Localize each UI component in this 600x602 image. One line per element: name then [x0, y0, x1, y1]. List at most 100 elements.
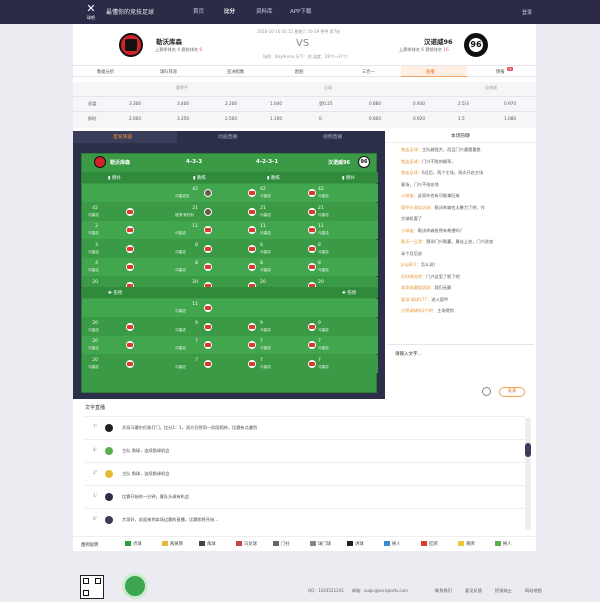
odds-group-header: 让球: [324, 85, 332, 90]
chat-username[interactable]: 点赞调球的2个吧：: [401, 308, 437, 313]
footer-link-jobs[interactable]: 招贤纳士: [495, 588, 512, 594]
home-coach-name[interactable]: 马塞诺: [175, 268, 186, 273]
home-sub-number: 20: [92, 339, 98, 344]
away-sub-name[interactable]: 马塞诺: [318, 194, 329, 199]
home-sub-name[interactable]: 马塞诺: [88, 231, 99, 236]
chat-username[interactable]: 铁血足球：: [401, 159, 422, 164]
text-live-scrollbar[interactable]: [525, 418, 531, 530]
tab-asian-odds[interactable]: 亚洲指数: [227, 69, 244, 75]
footer-link-contact[interactable]: 联系我们: [435, 588, 452, 594]
odds-cell: 1.080: [504, 116, 516, 121]
chat-username[interactable]: jing921：: [401, 262, 421, 267]
home-sub-name[interactable]: 马塞诺: [88, 328, 99, 333]
away-name[interactable]: 马塞诺: [260, 231, 271, 236]
away-name[interactable]: 马塞诺: [260, 346, 271, 351]
away-sub-name[interactable]: 马塞诺: [318, 268, 329, 273]
text-live-text: 主队 角球，连续角球机会: [122, 448, 170, 453]
nav-home[interactable]: 首页: [193, 7, 204, 15]
home-coach-name[interactable]: 马塞诺: [175, 231, 186, 236]
odds-cell: 2.500: [225, 116, 237, 121]
tab-lineup[interactable]: 球队阵容: [160, 69, 177, 75]
home-coach-name[interactable]: 马塞诺克: [175, 194, 189, 199]
home-sub-name[interactable]: 马塞诺: [88, 365, 99, 370]
home-sub-name[interactable]: 马塞诺: [88, 213, 99, 218]
away-sub-name[interactable]: 马塞诺: [318, 231, 329, 236]
home-sub-name[interactable]: 马塞诺: [88, 268, 99, 273]
match-time: 2016-10-16 04:15 星期六 16-19 德甲 第7轮: [257, 29, 341, 34]
away-name[interactable]: 马塞诺: [260, 213, 271, 218]
away-sub-number: 11: [318, 224, 324, 229]
away-injury-header: ✚ 伤停: [342, 291, 357, 296]
tab-three-in-one[interactable]: 三合一: [362, 69, 375, 75]
home-team-name[interactable]: 勒沃库森: [156, 36, 182, 46]
legend-item: 球门球: [310, 541, 331, 547]
chat-username[interactable]: 小球迷：: [401, 228, 418, 233]
away-sub-name[interactable]: 马塞诺: [318, 250, 329, 255]
chat-message: 好好睡觉吧：门兴这里了呢了吧: [401, 274, 531, 280]
away-sub-name[interactable]: 马塞诺: [318, 365, 329, 370]
chat-text: 我们无解: [434, 285, 452, 290]
away-sub-name[interactable]: 马塞诺: [318, 346, 329, 351]
home-jersey-icon: [126, 244, 134, 253]
away-sub-name[interactable]: 马塞诺: [318, 328, 329, 333]
home-coach-name[interactable]: 马塞诺: [175, 250, 186, 255]
home-coach-name[interactable]: 马塞诺: [175, 328, 186, 333]
home-coach-name[interactable]: 马塞诺: [175, 346, 186, 351]
top-navbar: ✕ 球吧 最懂你的竞技足球 首页 比分 资料库 APP下载 登录: [0, 0, 600, 24]
chat-username[interactable]: 本家收藏德国球：: [401, 285, 435, 290]
footer-link-sitemap[interactable]: 网站地图: [525, 588, 542, 594]
tab-euro-odds[interactable]: 欧赔: [295, 69, 304, 75]
tab-starting-lineup[interactable]: 首发阵容: [113, 133, 132, 140]
legend-item: 换人: [384, 541, 401, 547]
chat-username[interactable]: 德甲水深似坑球：: [401, 205, 435, 210]
home-sub-name[interactable]: 马塞诺: [88, 346, 99, 351]
text-live-minute: 2': [93, 471, 98, 476]
footer-link-feedback[interactable]: 意见反馈: [465, 588, 482, 594]
chat-username[interactable]: 铁血足球：: [401, 147, 422, 152]
away-name[interactable]: 马塞诺: [260, 268, 271, 273]
tab-intel[interactable]: 情报: [496, 69, 505, 75]
home-coach-number: 8: [195, 242, 198, 248]
tab-live[interactable]: 直播: [426, 69, 435, 75]
chat-username[interactable]: 好好睡觉吧：: [401, 274, 426, 279]
event-icon: [105, 447, 113, 455]
away-name[interactable]: 马塞诺: [260, 250, 271, 255]
scrollbar-thumb[interactable]: [525, 443, 531, 457]
away-name[interactable]: 马塞诺: [260, 365, 271, 370]
nav-score[interactable]: 比分: [224, 7, 235, 15]
nav-database[interactable]: 资料库: [256, 7, 273, 15]
away-name[interactable]: 马塞诺: [260, 328, 271, 333]
chat-message: 勒沃一日游：预测门兴勒赢，最佳上攻，门兴进攻: [401, 239, 531, 245]
site-logo[interactable]: ✕ 球吧: [82, 3, 100, 21]
tab-data-analysis[interactable]: 数据分析: [97, 69, 114, 75]
home-coach-name[interactable]: 马塞诺: [175, 309, 186, 314]
home-sub-name[interactable]: 马塞诺: [88, 250, 99, 255]
chat-username[interactable]: 铁血足球：: [401, 170, 422, 175]
text-live-text: 主队 角球，连续角球机会: [122, 471, 170, 476]
odds-cell: 1.100: [270, 116, 282, 121]
chat-username[interactable]: 小球迷：: [401, 193, 418, 198]
away-team-name[interactable]: 汉诺威96: [424, 36, 453, 46]
odds-cell: 1.5: [458, 116, 465, 121]
chat-input-area[interactable]: 请输入文字... 发表: [387, 344, 534, 398]
login-link[interactable]: 登录: [522, 9, 532, 16]
emoji-icon[interactable]: [482, 387, 491, 396]
home-coach-name[interactable]: 马塞诺: [175, 365, 186, 370]
away-sub-name[interactable]: 马塞诺: [318, 213, 329, 218]
tab-video-live[interactable]: 视频直播: [323, 133, 342, 140]
chat-username[interactable]: 勒沃一日游：: [401, 239, 426, 244]
home-coach-number: 7: [195, 357, 198, 363]
home-coach-number: 11: [192, 302, 198, 307]
home-subs-header: ▮ 替补: [108, 176, 121, 181]
away-name[interactable]: 马塞诺: [260, 194, 271, 199]
chat-username[interactable]: 爱球 球球177：: [401, 297, 431, 302]
tab-animation-live[interactable]: 动画直播: [218, 133, 237, 140]
nav-app-download[interactable]: APP下载: [290, 7, 311, 15]
away-sub-number: 9: [318, 320, 321, 326]
chat-input-placeholder[interactable]: 请输入文字...: [395, 351, 422, 357]
chat-text: 主队越强大，而且门兴遭遇重挫: [421, 147, 481, 152]
home-coach-number: 7: [195, 339, 198, 344]
home-coach-name[interactable]: 彼得·斯托利: [175, 213, 194, 218]
send-button[interactable]: 发表: [499, 387, 525, 397]
legend-text: 门柱: [281, 542, 290, 547]
